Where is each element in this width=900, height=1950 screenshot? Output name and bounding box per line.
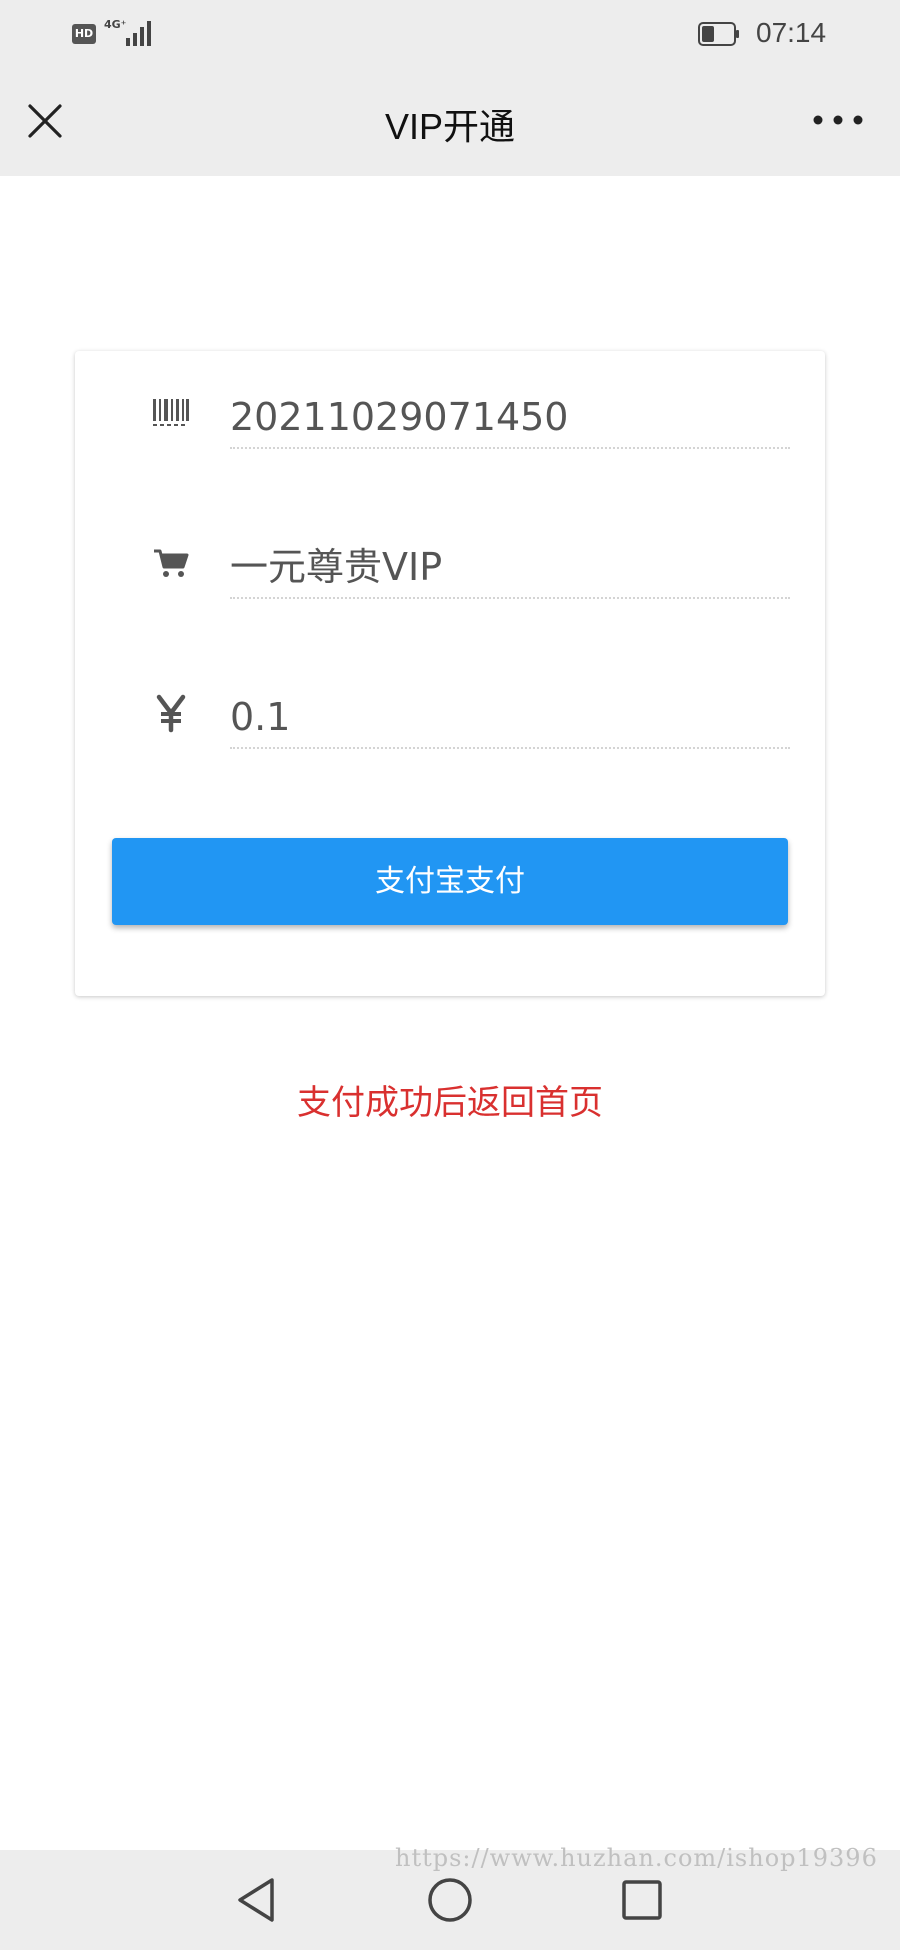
recent-apps-square-icon[interactable] [614, 1872, 670, 1928]
order-number-field[interactable]: 20211029071450 [230, 387, 790, 449]
status-bar: HD 4G⁺ 07:14 [0, 0, 900, 70]
status-time: 07:14 [756, 17, 827, 48]
back-triangle-icon[interactable] [230, 1872, 286, 1928]
page-title: VIP开通 [384, 106, 516, 147]
watermark-text: https://www.huzhan.com/ishop19396 [395, 1844, 878, 1872]
payment-card: 20211029071450 一元尊贵VIP 0.1 支付宝支付 [75, 351, 825, 996]
yen-icon [156, 694, 186, 733]
battery-icon [698, 22, 739, 46]
barcode-icon [153, 399, 189, 426]
app-root: HD 4G⁺ 07:14 VIP开通 20211029071450 一元尊贵VI… [0, 0, 900, 1950]
home-circle-icon[interactable] [422, 1872, 478, 1928]
amount-row: 0.1 [75, 665, 825, 775]
product-name-row: 一元尊贵VIP [75, 515, 825, 625]
cart-icon [154, 549, 189, 577]
hd-badge: HD [72, 24, 96, 44]
title-bar: VIP开通 [0, 70, 900, 176]
signal-strength-icon [126, 21, 151, 46]
return-home-link[interactable]: 支付成功后返回首页 [0, 1075, 900, 1124]
more-dots-icon[interactable] [810, 100, 866, 140]
amount-field[interactable]: 0.1 [230, 687, 790, 749]
order-number-row: 20211029071450 [75, 365, 825, 475]
alipay-pay-button[interactable]: 支付宝支付 [112, 838, 788, 925]
product-name-field[interactable]: 一元尊贵VIP [230, 537, 790, 599]
